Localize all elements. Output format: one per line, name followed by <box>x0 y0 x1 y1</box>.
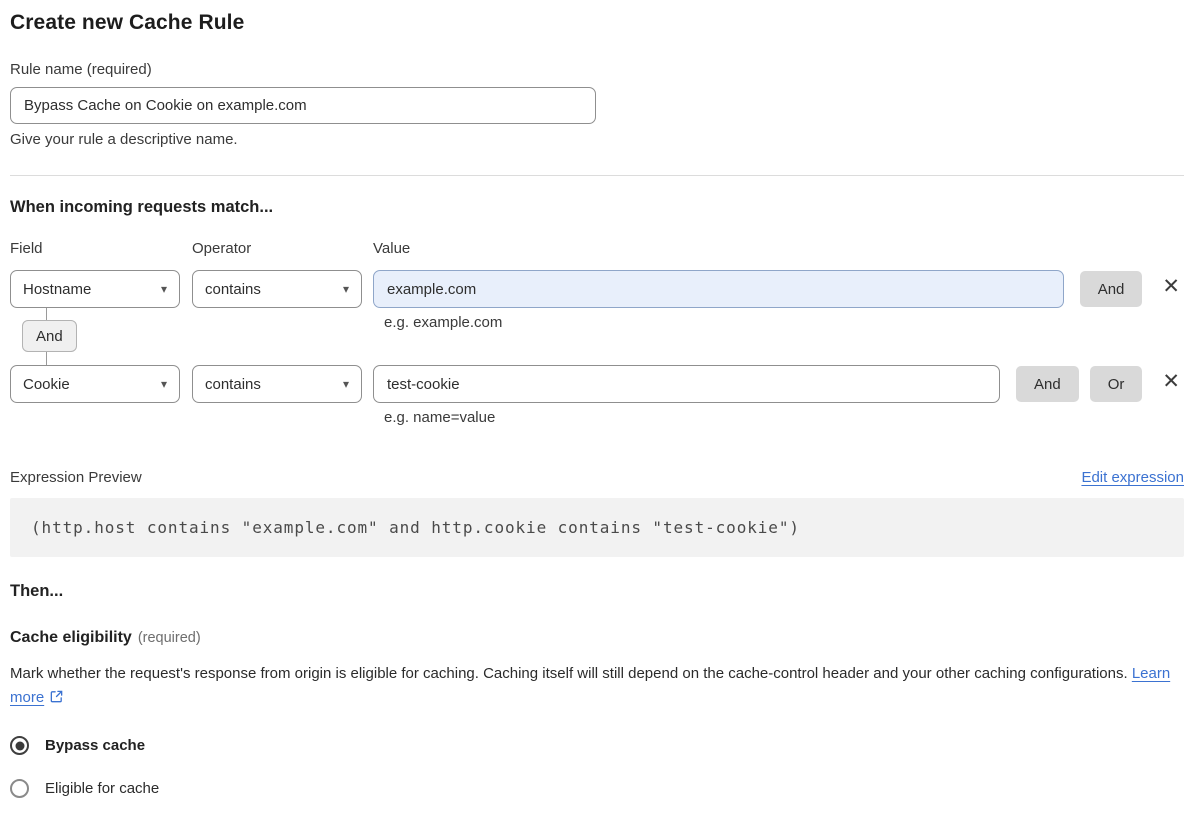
value-hint: e.g. example.com <box>384 314 503 331</box>
expression-code: (http.host contains "example.com" and ht… <box>31 518 800 537</box>
radio-option-bypass-cache[interactable]: Bypass cache <box>10 736 1184 755</box>
add-and-condition-button[interactable]: And <box>1079 271 1143 307</box>
chevron-down-icon: ▾ <box>160 282 167 296</box>
page-title: Create new Cache Rule <box>10 11 245 34</box>
cache-eligibility-title: Cache eligibility <box>10 629 132 646</box>
field-select[interactable]: Hostname ▾ <box>10 270 180 308</box>
radio-option-eligible-for-cache[interactable]: Eligible for cache <box>10 779 1184 798</box>
create-cache-rule-form: Create new Cache Rule Rule name (require… <box>0 0 1200 818</box>
add-or-condition-button[interactable]: Or <box>1089 366 1143 402</box>
required-note: (required) <box>137 630 201 646</box>
rule-name-helper: Give your rule a descriptive name. <box>10 131 238 148</box>
remove-condition-icon[interactable]: ✕ <box>1162 371 1180 392</box>
cache-eligibility-heading: Cache eligibility (required) <box>10 629 1184 647</box>
radio-unselected-icon[interactable] <box>10 779 29 798</box>
expression-code-block: (http.host contains "example.com" and ht… <box>10 498 1184 557</box>
match-heading: When incoming requests match... <box>10 198 274 216</box>
external-link-icon <box>49 688 64 712</box>
operator-select-value: contains <box>205 280 261 298</box>
expression-header: Expression Preview Edit expression <box>10 469 1184 486</box>
field-select[interactable]: Cookie ▾ <box>10 365 180 403</box>
condition-columns-header: Field Operator Value <box>10 240 1184 257</box>
condition-connector-region: And e.g. example.com <box>10 308 1184 365</box>
remove-condition-icon[interactable]: ✕ <box>1162 276 1180 297</box>
chevron-down-icon: ▾ <box>342 282 349 296</box>
description-text: Mark whether the request's response from… <box>10 665 1128 682</box>
operator-select[interactable]: contains ▾ <box>192 365 362 403</box>
condition-row: Cookie ▾ contains ▾ And Or ✕ <box>10 365 1184 403</box>
radio-label: Eligible for cache <box>45 780 160 797</box>
then-heading: Then... <box>10 582 64 600</box>
rule-name-input[interactable] <box>10 87 596 124</box>
edit-expression-link[interactable]: Edit expression <box>1081 469 1184 486</box>
chevron-down-icon: ▾ <box>342 377 349 391</box>
operator-select-value: contains <box>205 375 261 393</box>
and-connector-button[interactable]: And <box>22 320 77 352</box>
add-and-condition-button[interactable]: And <box>1016 366 1079 402</box>
radio-label: Bypass cache <box>45 737 146 754</box>
radio-selected-icon[interactable] <box>10 736 29 755</box>
rule-name-label: Rule name (required) <box>10 61 152 78</box>
cache-eligibility-description: Mark whether the request's response from… <box>10 662 1180 712</box>
field-column-label: Field <box>10 240 43 257</box>
field-select-value: Cookie <box>23 375 70 393</box>
operator-select[interactable]: contains ▾ <box>192 270 362 308</box>
value-hint: e.g. name=value <box>384 409 496 426</box>
section-divider <box>10 175 1184 176</box>
chevron-down-icon: ▾ <box>160 377 167 391</box>
field-select-value: Hostname <box>23 280 92 298</box>
condition-row: Hostname ▾ contains ▾ And ✕ <box>10 270 1184 308</box>
value-input[interactable] <box>373 270 1064 308</box>
expression-preview-label: Expression Preview <box>10 469 142 486</box>
operator-column-label: Operator <box>192 240 252 257</box>
value-input[interactable] <box>373 365 1001 403</box>
value-column-label: Value <box>373 240 411 257</box>
